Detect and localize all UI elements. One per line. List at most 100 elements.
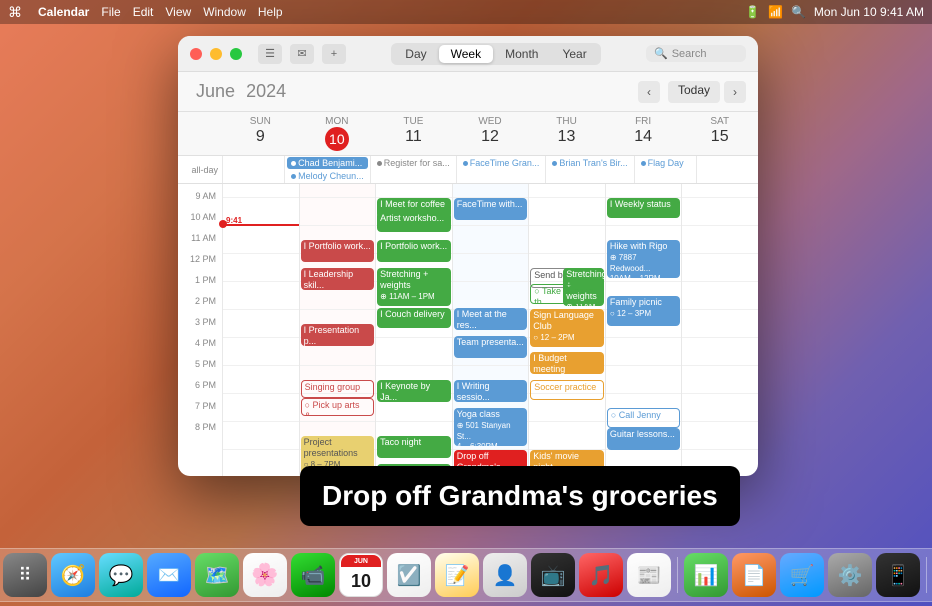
allday-event-chad[interactable]: Chad Benjami... (287, 157, 368, 169)
dock-safari[interactable]: 🧭 (51, 553, 95, 597)
event-soccer-practice[interactable]: Soccer practice (530, 380, 604, 400)
event-artist-workshop[interactable]: Artist worksho... (377, 212, 451, 232)
calendar-window: ☰ ✉ + Day Week Month Year 🔍 Search June … (178, 36, 758, 476)
day-col-mon: I Portfolio work... I Leadership skil...… (299, 184, 376, 476)
dock-appstore[interactable]: 🛒 (780, 553, 824, 597)
time-column: 9 AM 10 AM 11 AM 12 PM 1 PM 2 PM 3 PM 4 … (178, 184, 222, 476)
time-gutter-header (178, 112, 222, 155)
dock-pages[interactable]: 📄 (732, 553, 776, 597)
menu-file[interactable]: File (101, 5, 120, 19)
event-facetime-with[interactable]: FaceTime with... (454, 198, 528, 220)
dock-news[interactable]: 📰 (627, 553, 671, 597)
event-meet-res[interactable]: I Meet at the res... (454, 308, 528, 330)
allday-sun (222, 156, 284, 183)
event-yoga-class[interactable]: Yoga class⊕ 501 Stanyan St...4 – 6:30PM (454, 408, 528, 446)
dock-music[interactable]: 🎵 (579, 553, 623, 597)
event-sign-language[interactable]: Sign Language Club○ 12 – 2PM (530, 309, 604, 347)
tab-year[interactable]: Year (550, 45, 598, 63)
event-writing-session[interactable]: I Writing sessio... (454, 380, 528, 402)
apple-logo[interactable]: ⌘ (8, 4, 22, 21)
datetime-display: Mon Jun 10 9:41 AM (814, 5, 924, 19)
menu-help[interactable]: Help (258, 5, 283, 19)
dock-contacts[interactable]: 👤 (483, 553, 527, 597)
dock-settings[interactable]: ⚙️ (828, 553, 872, 597)
allday-event-register[interactable]: Register for sa... (373, 157, 454, 169)
sidebar-toggle-button[interactable]: ☰ (258, 44, 282, 64)
title-bar-controls: ☰ ✉ + (258, 44, 346, 64)
event-presentation-p[interactable]: I Presentation p... (301, 324, 375, 346)
dock-maps[interactable]: 🗺️ (195, 553, 239, 597)
battery-icon: 🔋 (745, 5, 760, 19)
event-hike-rigo[interactable]: Hike with Rigo⊕ 7887 Redwood...10AM – 12… (607, 240, 681, 278)
today-button[interactable]: Today (668, 81, 720, 103)
search-icon[interactable]: 🔍 (791, 5, 806, 19)
search-box[interactable]: 🔍 Search (646, 45, 746, 62)
allday-mon: Chad Benjami... Melody Cheun... (284, 156, 370, 183)
current-time-line (223, 224, 299, 226)
mail-button[interactable]: ✉ (290, 44, 314, 64)
event-couch-delivery[interactable]: I Couch delivery (377, 308, 451, 328)
event-taco-night[interactable]: Taco night (377, 436, 451, 458)
day-header-sun: Sun 9 (222, 112, 299, 155)
dock-numbers[interactable]: 📊 (684, 553, 728, 597)
event-stretching-tue[interactable]: Stretching + weights⊕ 11AM – 1PM (377, 268, 451, 306)
day-col-sun: 9:41 (222, 184, 299, 476)
event-singing-group[interactable]: Singing group (301, 380, 375, 398)
view-tabs: Day Week Month Year (391, 43, 600, 65)
dock-facetime[interactable]: 📹 (291, 553, 335, 597)
event-family-picnic[interactable]: Family picnic○ 12 – 3PM (607, 296, 681, 326)
event-keynote[interactable]: I Keynote by Ja... (377, 380, 451, 402)
next-button[interactable]: › (724, 81, 746, 103)
allday-row: all-day Chad Benjami... Melody Cheun... … (178, 156, 758, 184)
allday-event-brian[interactable]: Brian Tran's Bir... (548, 157, 631, 169)
maximize-button[interactable] (230, 48, 242, 60)
day-header-tue: Tue 11 (375, 112, 452, 155)
tab-week[interactable]: Week (439, 45, 493, 63)
allday-thu: Brian Tran's Bir... (545, 156, 633, 183)
dock-photos[interactable]: 🌸 (243, 553, 287, 597)
day-header-sat: Sat 15 (681, 112, 758, 155)
prev-button[interactable]: ‹ (638, 81, 660, 103)
dock-notes[interactable]: 📝 (435, 553, 479, 597)
minimize-button[interactable] (210, 48, 222, 60)
close-button[interactable] (190, 48, 202, 60)
day-headers: Sun 9 Mon 10 Tue 11 Wed 12 Thu 13 Fri 14 (178, 112, 758, 156)
dock-launchpad[interactable]: ⠿ (3, 553, 47, 597)
event-guitar-lessons[interactable]: Guitar lessons... (607, 428, 681, 450)
allday-event-facetime[interactable]: FaceTime Gran... (459, 157, 544, 169)
event-pickup-arts[interactable]: ○ Pick up arts &... (301, 398, 375, 416)
dock-calendar[interactable]: JUN 10 (339, 553, 383, 597)
event-portfolio-tue[interactable]: I Portfolio work... (377, 240, 451, 262)
tab-month[interactable]: Month (493, 45, 550, 63)
day-col-sat (681, 184, 758, 476)
event-portfolio-mon[interactable]: I Portfolio work... (301, 240, 375, 262)
menu-edit[interactable]: Edit (133, 5, 154, 19)
tab-day[interactable]: Day (393, 45, 438, 63)
menu-window[interactable]: Window (203, 5, 246, 19)
allday-fri: Flag Day (634, 156, 696, 183)
day-header-mon: Mon 10 (299, 112, 376, 155)
day-col-fri: I Weekly status Hike with Rigo⊕ 7887 Red… (605, 184, 682, 476)
add-event-button[interactable]: + (322, 44, 346, 64)
event-budget-meeting[interactable]: I Budget meeting (530, 352, 604, 374)
dock-messages[interactable]: 💬 (99, 553, 143, 597)
calendar-title: June 2024 (190, 81, 286, 102)
dock-iphone-mirror[interactable]: 📱 (876, 553, 920, 597)
dock-mail[interactable]: ✉️ (147, 553, 191, 597)
event-call-jenny[interactable]: ○ Call Jenny (607, 408, 681, 428)
allday-sat (696, 156, 758, 183)
dock-tv[interactable]: 📺 (531, 553, 575, 597)
day-col-tue: I Meet for coffee Artist worksho... I Po… (375, 184, 452, 476)
menu-view[interactable]: View (165, 5, 191, 19)
menu-app-name[interactable]: Calendar (38, 5, 89, 19)
event-take-luna[interactable]: ○ Take Luna to th... (530, 284, 604, 304)
allday-event-flagday[interactable]: Flag Day (637, 157, 694, 169)
event-team-presenta[interactable]: Team presenta... (454, 336, 528, 358)
menu-bar: ⌘ Calendar File Edit View Window Help 🔋 … (0, 0, 932, 24)
dock-reminders[interactable]: ☑️ (387, 553, 431, 597)
menu-bar-right: 🔋 📶 🔍 Mon Jun 10 9:41 AM (745, 5, 924, 19)
event-weekly-status[interactable]: I Weekly status (607, 198, 681, 218)
event-leadership[interactable]: I Leadership skil... (301, 268, 375, 290)
nav-buttons: ‹ Today › (638, 81, 746, 103)
allday-event-melody[interactable]: Melody Cheun... (287, 170, 368, 182)
